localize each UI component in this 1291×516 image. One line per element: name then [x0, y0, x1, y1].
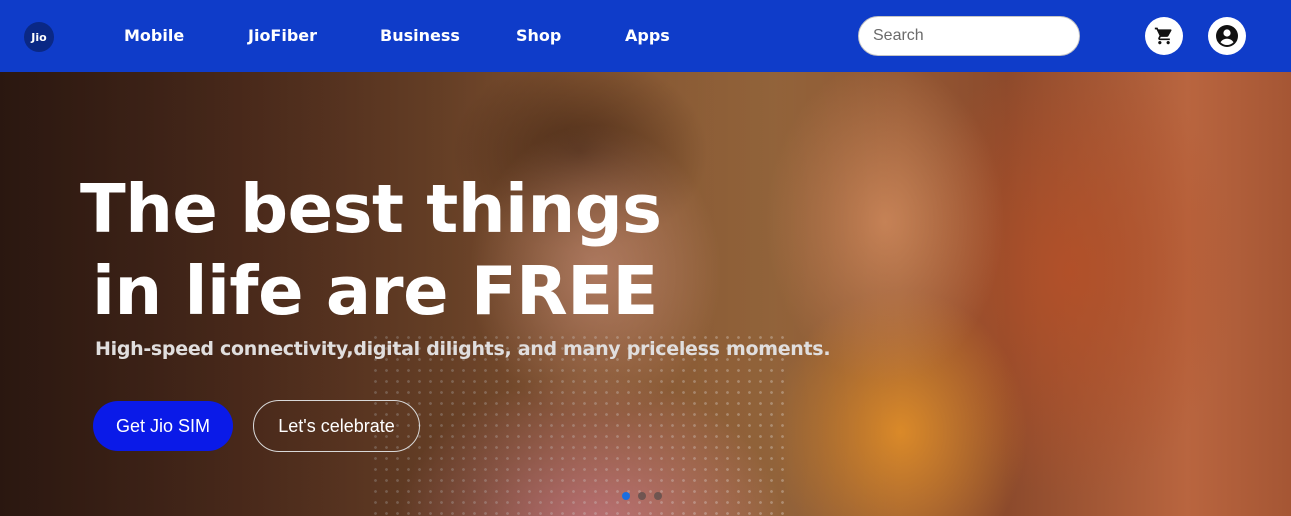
nav-link-mobile[interactable]: Mobile — [124, 26, 184, 45]
hero-banner: The best things in life are FREE High-sp… — [0, 72, 1291, 516]
cart-icon — [1154, 27, 1172, 45]
account-circle-icon — [1216, 25, 1238, 47]
nav-link-shop[interactable]: Shop — [516, 26, 561, 45]
lets-celebrate-button[interactable]: Let's celebrate — [253, 400, 420, 452]
search-input[interactable] — [858, 16, 1080, 56]
cart-button[interactable] — [1145, 17, 1183, 55]
get-jio-sim-button[interactable]: Get Jio SIM — [93, 401, 233, 451]
hero-headline-line1: The best things — [80, 170, 662, 248]
nav-link-apps[interactable]: Apps — [625, 26, 670, 45]
hero-headline-line2: in life are FREE — [92, 252, 658, 330]
account-button[interactable] — [1208, 17, 1246, 55]
jio-logo[interactable]: Jio — [24, 22, 54, 52]
hero-subtitle: High-speed connectivity,digital dilights… — [95, 338, 831, 360]
nav-link-business[interactable]: Business — [380, 26, 460, 45]
carousel-indicators — [622, 492, 662, 500]
carousel-dot-3[interactable] — [654, 492, 662, 500]
hero-headline: The best things in life are FREE — [80, 168, 720, 332]
carousel-dot-1[interactable] — [622, 492, 630, 500]
carousel-dot-2[interactable] — [638, 492, 646, 500]
nav-link-jiofiber[interactable]: JioFiber — [248, 26, 317, 45]
top-navbar: Jio Mobile JioFiber Business Shop Apps — [0, 0, 1291, 72]
